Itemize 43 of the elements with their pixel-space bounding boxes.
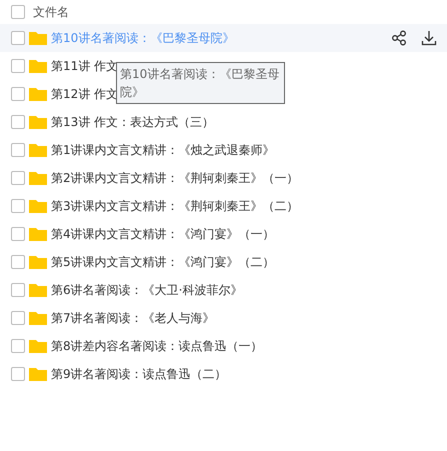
- download-icon[interactable]: [421, 30, 437, 46]
- checkbox[interactable]: [11, 59, 25, 73]
- folder-icon: [29, 143, 47, 157]
- folder-icon: [29, 255, 47, 269]
- checkbox[interactable]: [11, 171, 25, 185]
- checkbox[interactable]: [11, 339, 25, 353]
- folder-name[interactable]: 第11讲 作文: [51, 58, 118, 74]
- folder-icon: [29, 283, 47, 297]
- folder-icon: [29, 59, 47, 73]
- checkbox[interactable]: [11, 5, 25, 19]
- folder-icon: [29, 199, 47, 213]
- checkbox[interactable]: [11, 143, 25, 157]
- folder-icon: [29, 367, 47, 381]
- folder-icon: [29, 171, 47, 185]
- checkbox[interactable]: [11, 367, 25, 381]
- folder-name[interactable]: 第8讲差内容名著阅读：读点鲁迅（一）: [51, 338, 263, 354]
- checkbox[interactable]: [11, 283, 25, 297]
- folder-icon: [29, 227, 47, 241]
- checkbox[interactable]: [11, 115, 25, 129]
- folder-name[interactable]: 第2讲课内文言文精讲：《荆轲刺秦王》（一）: [51, 170, 299, 186]
- checkbox[interactable]: [11, 199, 25, 213]
- folder-name[interactable]: 第13讲 作文：表达方式（三）: [51, 114, 214, 130]
- folder-icon: [29, 311, 47, 325]
- folder-name[interactable]: 第9讲名著阅读：读点鲁迅（二）: [51, 366, 227, 382]
- folder-name[interactable]: 第12讲 作文: [51, 86, 118, 102]
- checkbox[interactable]: [11, 311, 25, 325]
- checkbox[interactable]: [11, 31, 25, 45]
- folder-name[interactable]: 第7讲名著阅读：《老人与海》: [51, 310, 215, 326]
- checkbox[interactable]: [11, 255, 25, 269]
- folder-name[interactable]: 第6讲名著阅读：《大卫·科波菲尔》: [51, 282, 242, 298]
- folder-icon: [29, 115, 47, 129]
- column-header: 文件名: [33, 4, 69, 20]
- share-icon[interactable]: [391, 30, 407, 46]
- folder-icon: [29, 339, 47, 353]
- folder-name[interactable]: 第3讲课内文言文精讲：《荆轲刺秦王》（二）: [51, 198, 299, 214]
- folder-name[interactable]: 第1讲课内文言文精讲：《烛之武退秦师》: [51, 142, 275, 158]
- checkbox[interactable]: [11, 87, 25, 101]
- checkbox[interactable]: [11, 227, 25, 241]
- folder-icon: [29, 31, 47, 45]
- folder-name[interactable]: 第5讲课内文言文精讲：《鸿门宴》（二）: [51, 254, 275, 270]
- folder-name[interactable]: 第4讲课内文言文精讲：《鸿门宴》（一）: [51, 226, 275, 242]
- tooltip: 第10讲名著阅读：《巴黎圣母院》: [116, 62, 285, 104]
- folder-icon: [29, 87, 47, 101]
